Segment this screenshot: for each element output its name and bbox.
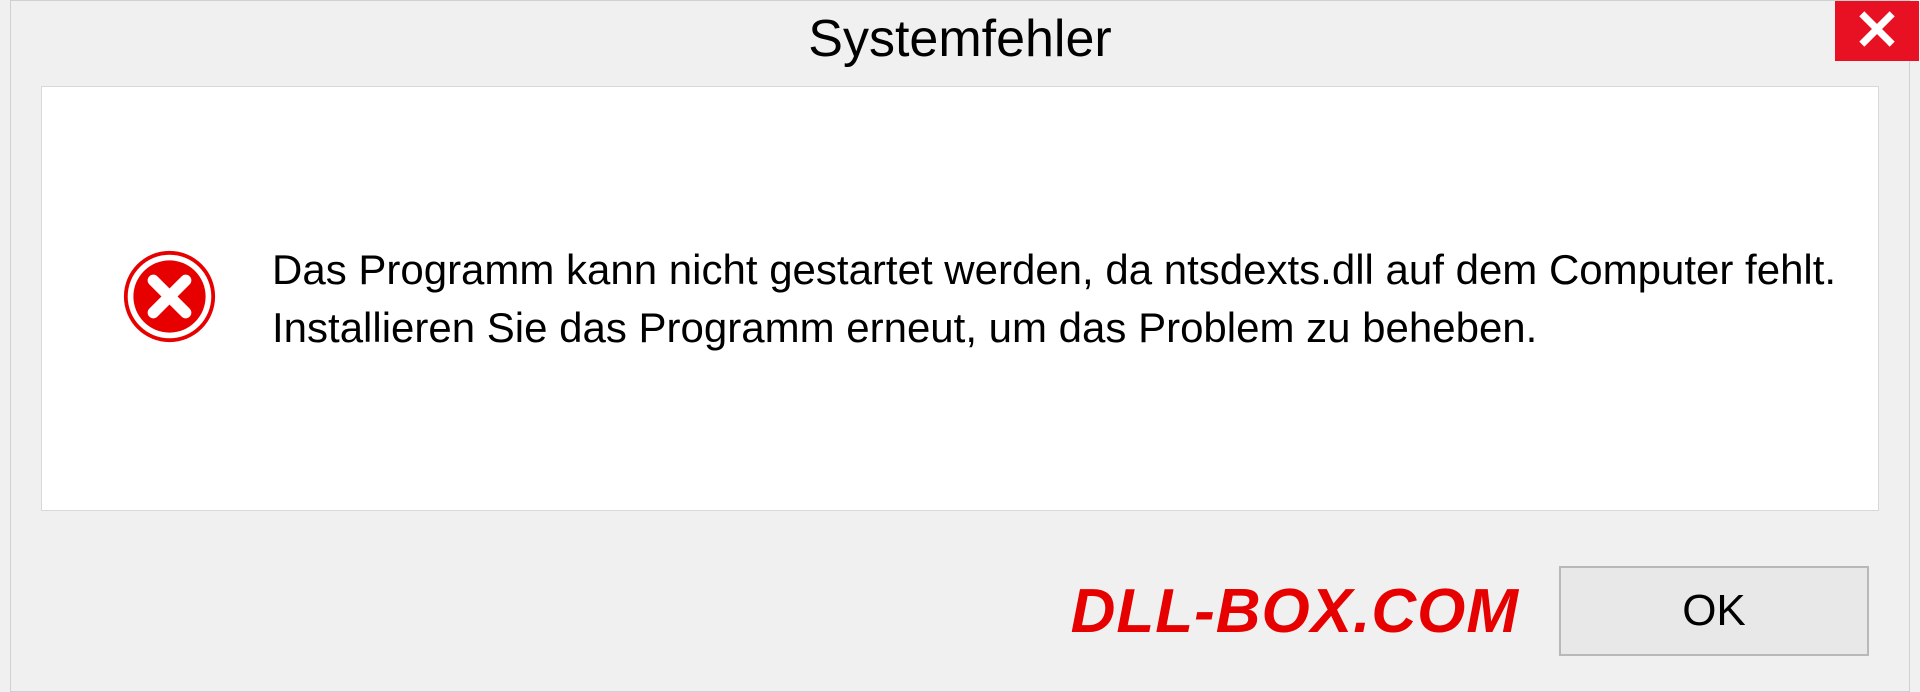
dialog-footer: DLL-BOX.COM OK — [11, 551, 1909, 671]
close-icon — [1858, 10, 1896, 53]
content-area: Das Programm kann nicht gestartet werden… — [41, 86, 1879, 511]
error-dialog: Systemfehler Das Programm kann nicht ges… — [10, 0, 1910, 692]
watermark-text: DLL-BOX.COM — [1071, 576, 1519, 647]
close-button[interactable] — [1835, 1, 1919, 61]
dialog-title: Systemfehler — [808, 9, 1111, 69]
titlebar: Systemfehler — [11, 1, 1909, 76]
error-icon — [122, 249, 217, 349]
error-message: Das Programm kann nicht gestartet werden… — [272, 241, 1838, 357]
ok-button[interactable]: OK — [1559, 566, 1869, 656]
